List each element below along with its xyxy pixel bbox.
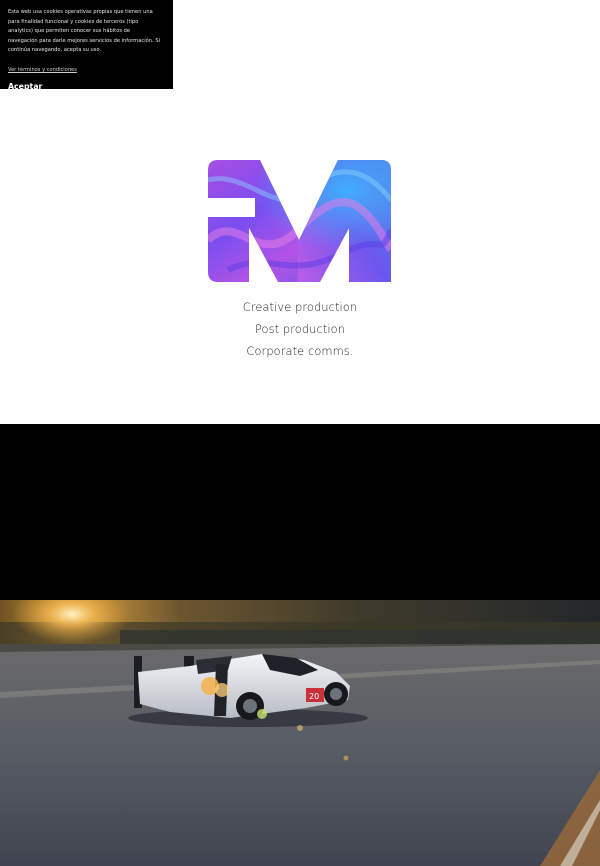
tagline-creative-production: Creative production <box>242 300 358 314</box>
video-section[interactable]: 20 <box>0 424 600 866</box>
page: Creative production Post production Corp… <box>0 0 600 866</box>
accept-cookies-button[interactable]: Aceptar <box>8 82 42 91</box>
tagline-corporate-comms: Corporate comms. <box>246 344 354 358</box>
tagline-post-production: Post production <box>254 322 346 336</box>
race-car-video-frame[interactable]: 20 <box>0 600 600 866</box>
terms-link[interactable]: Ver términos y condiciones <box>8 66 77 76</box>
cookie-banner: Esta web usa cookies operativas propias … <box>0 0 173 91</box>
services-list: Creative production Post production Corp… <box>0 296 600 362</box>
svg-text:20: 20 <box>309 692 319 701</box>
brand-logo[interactable] <box>208 160 391 282</box>
cookie-text: Esta web usa cookies operativas propias … <box>8 9 161 54</box>
